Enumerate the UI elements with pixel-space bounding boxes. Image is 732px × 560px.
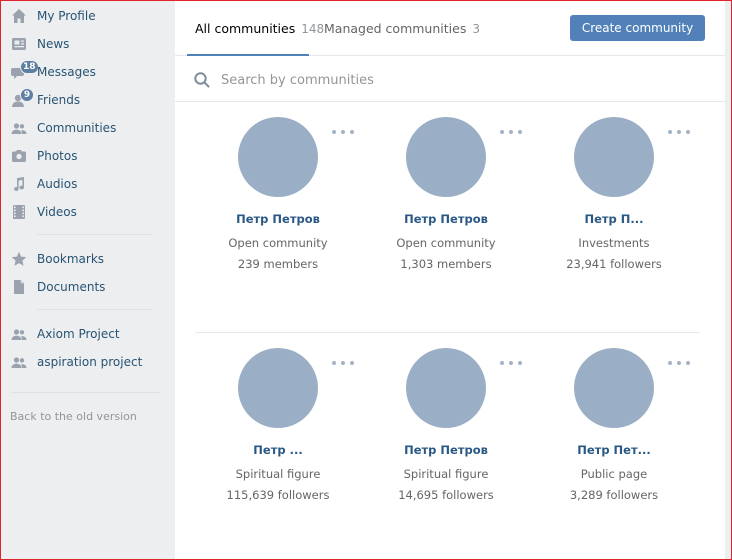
sidebar-item-label: Audios (37, 177, 78, 191)
community-avatar[interactable] (406, 348, 486, 428)
sidebar-item-aspiration-project[interactable]: aspiration project (1, 348, 161, 376)
sidebar-divider (11, 392, 161, 393)
communities-icon (10, 119, 28, 137)
community-members: 14,695 followers (398, 488, 494, 502)
community-name[interactable]: Петр П... (530, 212, 698, 226)
star-icon (10, 250, 28, 268)
search-bar (175, 57, 725, 102)
community-type: Spiritual figure (235, 467, 321, 481)
tab-count: 148 (301, 21, 325, 36)
community-type: Spiritual figure (403, 467, 489, 481)
sidebar-item-label: News (37, 37, 70, 51)
community-card[interactable]: Петр ... Spiritual figure 115,639 follow… (194, 348, 362, 538)
active-tab-indicator (187, 54, 309, 56)
tab-count: 3 (472, 21, 480, 36)
community-type: Public page (580, 467, 648, 481)
sidebar: My Profile News 18 Messages 9 Friends Co… (1, 1, 174, 559)
more-options-icon[interactable] (332, 360, 354, 366)
sidebar-item-communities[interactable]: Communities (1, 114, 161, 142)
sidebar-item-label: Communities (37, 121, 117, 135)
sidebar-item-label: Photos (37, 149, 78, 163)
community-avatar[interactable] (238, 348, 318, 428)
sidebar-item-label: Axiom Project (37, 327, 120, 341)
tab-label: Managed communities (324, 21, 467, 36)
sidebar-item-friends[interactable]: 9 Friends (1, 86, 161, 114)
sidebar-item-messages[interactable]: 18 Messages (1, 58, 161, 86)
community-members: 115,639 followers (226, 488, 330, 502)
sidebar-item-label: Friends (37, 93, 81, 107)
news-icon (10, 35, 28, 53)
create-community-button[interactable]: Create community (570, 15, 705, 41)
search-input[interactable] (221, 67, 701, 93)
back-to-old-version-link[interactable]: Back to the old version (10, 410, 137, 423)
sidebar-item-label: Bookmarks (37, 252, 105, 266)
community-card[interactable]: Петр Пет... Public page 3,289 followers (530, 348, 698, 538)
community-name[interactable]: Петр Пет... (530, 443, 698, 457)
community-name[interactable]: Петр Петров (362, 212, 530, 226)
sidebar-item-audios[interactable]: Audios (1, 170, 161, 198)
sidebar-item-my-profile[interactable]: My Profile (1, 2, 161, 30)
more-options-icon[interactable] (500, 360, 522, 366)
community-type: Open community (396, 236, 496, 250)
row-divider (195, 332, 700, 333)
community-avatar[interactable] (574, 117, 654, 197)
friends-badge: 9 (20, 88, 34, 102)
sidebar-item-axiom-project[interactable]: Axiom Project (1, 320, 161, 348)
sidebar-item-news[interactable]: News (1, 30, 161, 58)
more-options-icon[interactable] (332, 129, 354, 135)
community-name[interactable]: Петр Петров (362, 443, 530, 457)
sidebar-item-documents[interactable]: Documents (1, 273, 161, 301)
document-icon (10, 278, 28, 296)
community-name[interactable]: Петр Петров (194, 212, 362, 226)
search-icon (193, 71, 211, 89)
community-avatar[interactable] (406, 117, 486, 197)
community-type: Open community (228, 236, 328, 250)
sidebar-item-bookmarks[interactable]: Bookmarks (1, 245, 161, 273)
community-members: 239 members (237, 257, 319, 271)
sidebar-item-label: Messages (37, 65, 96, 79)
community-members: 23,941 followers (566, 257, 662, 271)
tabs-bar: All communities 148 Managed communities … (175, 1, 725, 56)
community-name[interactable]: Петр ... (194, 443, 362, 457)
community-card[interactable]: Петр Петров Open community 239 members (194, 117, 362, 307)
more-options-icon[interactable] (668, 129, 690, 135)
community-card[interactable]: Петр П... Investments 23,941 followers (530, 117, 698, 307)
sidebar-item-label: aspiration project (37, 355, 143, 369)
home-icon (10, 7, 28, 25)
community-card[interactable]: Петр Петров Spiritual figure 14,695 foll… (362, 348, 530, 538)
group-icon (10, 353, 28, 371)
sidebar-item-photos[interactable]: Photos (1, 142, 161, 170)
film-icon (10, 203, 28, 221)
community-avatar[interactable] (574, 348, 654, 428)
sidebar-divider (37, 234, 153, 235)
more-options-icon[interactable] (500, 129, 522, 135)
sidebar-item-label: Videos (37, 205, 77, 219)
tab-managed-communities[interactable]: Managed communities 3 (324, 1, 480, 56)
sidebar-item-label: Documents (37, 280, 106, 294)
community-card[interactable]: Петр Петров Open community 1,303 members (362, 117, 530, 307)
community-members: 1,303 members (400, 257, 492, 271)
sidebar-item-label: My Profile (37, 9, 96, 23)
sidebar-divider (37, 309, 153, 310)
tab-all-communities[interactable]: All communities 148 (195, 1, 324, 56)
group-icon (10, 325, 28, 343)
sidebar-item-videos[interactable]: Videos (1, 198, 161, 226)
community-type: Investments (578, 236, 650, 250)
main-panel: All communities 148 Managed communities … (175, 1, 725, 559)
community-members: 3,289 followers (569, 488, 659, 502)
more-options-icon[interactable] (668, 360, 690, 366)
camera-icon (10, 147, 28, 165)
tab-label: All communities (195, 21, 296, 36)
community-avatar[interactable] (238, 117, 318, 197)
messages-badge: 18 (20, 60, 39, 74)
music-icon (10, 175, 28, 193)
